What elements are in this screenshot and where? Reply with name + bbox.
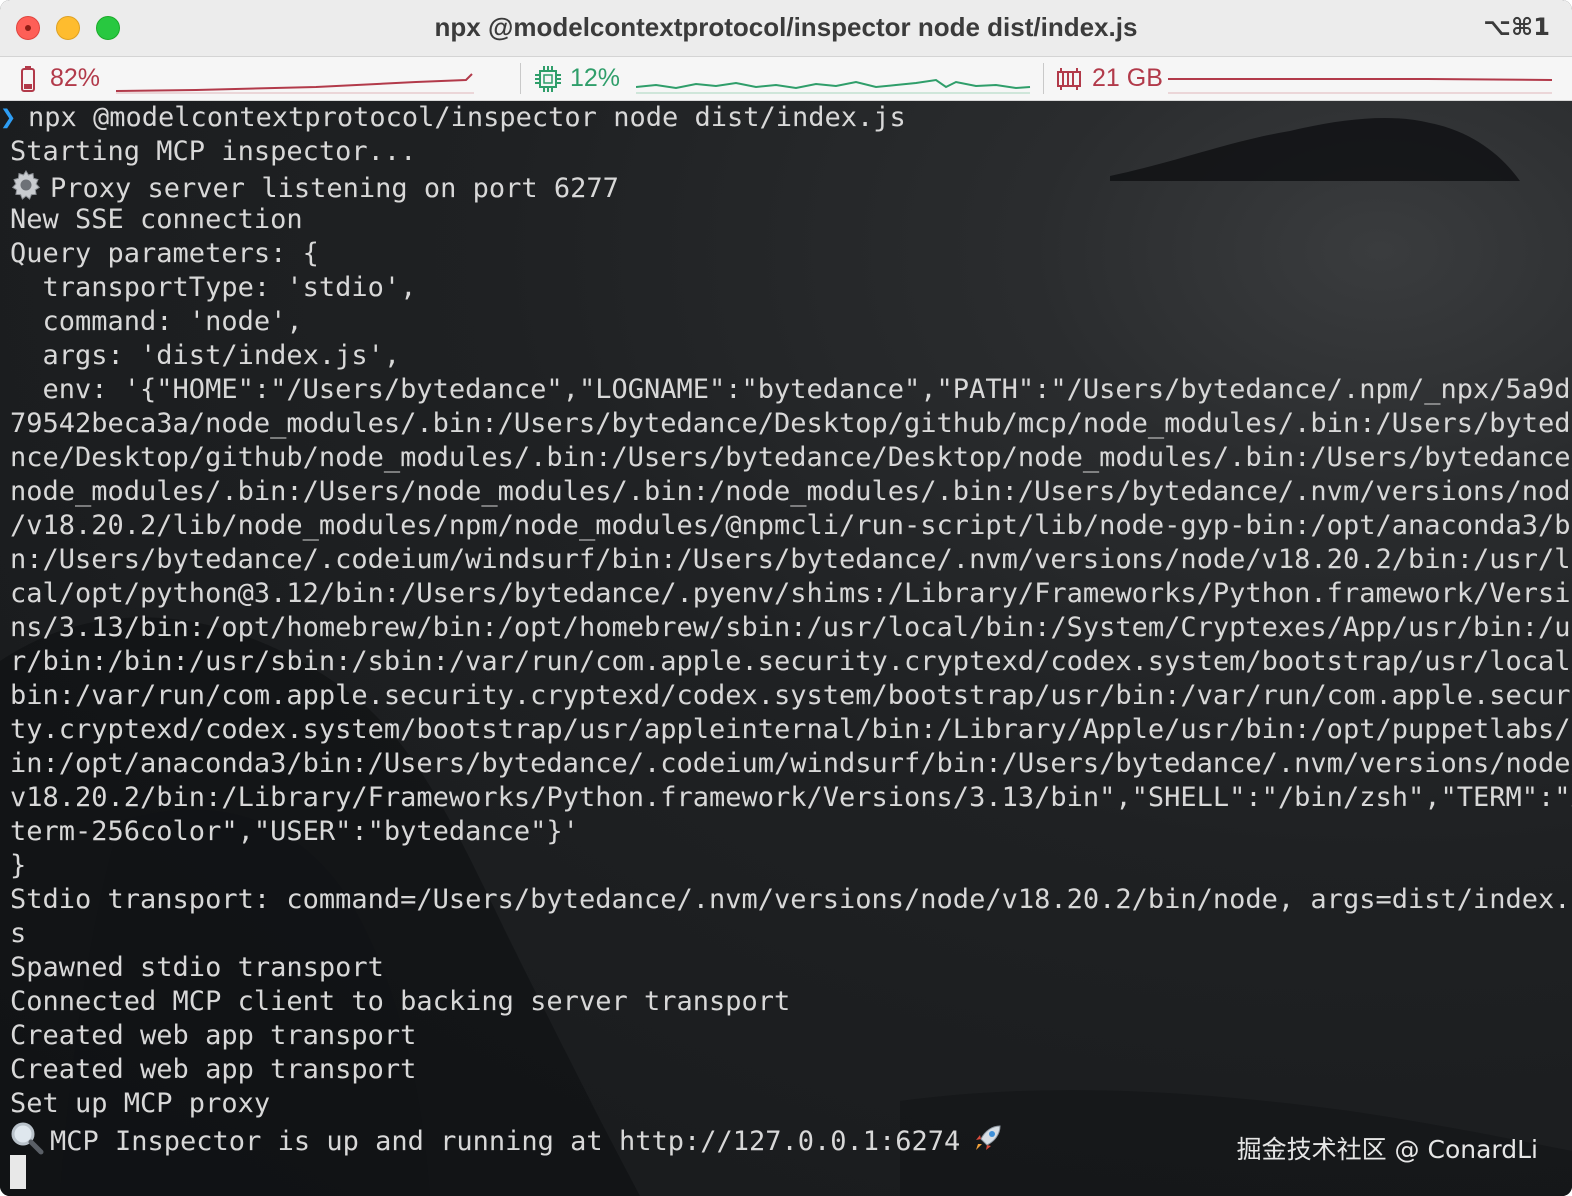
output-line: } bbox=[0, 849, 1572, 883]
terminal-lines: ❯ npx @modelcontextprotocol/inspector nod… bbox=[0, 101, 1572, 1157]
output-line: r/bin:/bin:/usr/sbin:/sbin:/var/run/com.… bbox=[0, 645, 1572, 679]
output-line: env: '{"HOME":"/Users/bytedance","LOGNAM… bbox=[0, 373, 1572, 407]
output-line-text: Created web app transport bbox=[10, 1020, 417, 1051]
output-line: in:/opt/anaconda3/bin:/Users/bytedance/.… bbox=[0, 747, 1572, 781]
output-line-text: Stdio transport: command=/Users/bytedanc… bbox=[10, 884, 1572, 915]
output-line-text: Starting MCP inspector... bbox=[10, 136, 417, 167]
battery-value: 82% bbox=[50, 64, 101, 92]
title-bar: npx @modelcontextprotocol/inspector node… bbox=[0, 0, 1572, 57]
output-line-text: ty.cryptexd/codex.system/bootstrap/usr/a… bbox=[10, 714, 1572, 745]
rocket-emoji-icon bbox=[972, 1122, 1006, 1163]
output-line: Created web app transport bbox=[0, 1053, 1572, 1087]
output-line-text: Created web app transport bbox=[10, 1054, 417, 1085]
output-line-text: ns/3.13/bin:/opt/homebrew/bin:/opt/homeb… bbox=[10, 612, 1572, 643]
output-line-text: bin:/var/run/com.apple.security.cryptexd… bbox=[10, 680, 1572, 711]
output-line: Connected MCP client to backing server t… bbox=[0, 985, 1572, 1019]
output-line-text: } bbox=[10, 850, 27, 881]
output-line: Query parameters: { bbox=[0, 237, 1572, 271]
output-line-text: s bbox=[10, 918, 27, 949]
output-line: bin:/var/run/com.apple.security.cryptexd… bbox=[0, 679, 1572, 713]
command-line: ❯ npx @modelcontextprotocol/inspector nod… bbox=[0, 101, 1572, 135]
output-line: New SSE connection bbox=[0, 203, 1572, 237]
output-line-text: transportType: 'stdio', bbox=[10, 272, 417, 303]
output-line-text: cal/opt/python@3.12/bin:/Users/bytedance… bbox=[10, 578, 1572, 609]
cpu-chip-icon bbox=[535, 66, 561, 92]
output-line-text: Spawned stdio transport bbox=[10, 952, 384, 983]
memory-value: 21 GB bbox=[1092, 64, 1163, 92]
output-line-text: Set up MCP proxy bbox=[10, 1088, 271, 1119]
output-line-text: env: '{"HOME":"/Users/bytedance","LOGNAM… bbox=[10, 374, 1572, 405]
terminal-window: npx @modelcontextprotocol/inspector node… bbox=[0, 0, 1572, 1196]
output-line: transportType: 'stdio', bbox=[0, 271, 1572, 305]
output-line-text: /v18.20.2/lib/node_modules/npm/node_modu… bbox=[10, 510, 1572, 541]
output-line: command: 'node', bbox=[0, 305, 1572, 339]
window-title: npx @modelcontextprotocol/inspector node… bbox=[434, 12, 1138, 42]
output-line: v18.20.2/bin:/Library/Frameworks/Python.… bbox=[0, 781, 1572, 815]
output-line: Stdio transport: command=/Users/bytedanc… bbox=[0, 883, 1572, 917]
cpu-value: 12% bbox=[570, 64, 621, 92]
output-line-text: args: 'dist/index.js', bbox=[10, 340, 401, 371]
terminal-output-area[interactable]: ❯ npx @modelcontextprotocol/inspector nod… bbox=[0, 101, 1572, 1196]
output-line: Spawned stdio transport bbox=[0, 951, 1572, 985]
output-line: term-256color","USER":"bytedance"}' bbox=[0, 815, 1572, 849]
output-line: ty.cryptexd/codex.system/bootstrap/usr/a… bbox=[0, 713, 1572, 747]
memory-sparkline bbox=[1168, 78, 1553, 94]
output-line-text: term-256color","USER":"bytedance"}' bbox=[10, 816, 579, 847]
output-line-text: Query parameters: { bbox=[10, 238, 319, 269]
output-line-text: Proxy server listening on port 6277 bbox=[50, 173, 619, 204]
output-line: ns/3.13/bin:/opt/homebrew/bin:/opt/homeb… bbox=[0, 611, 1572, 645]
output-line: n:/Users/bytedance/.codeium/windsurf/bin… bbox=[0, 543, 1572, 577]
output-line: nce/Desktop/github/node_modules/.bin:/Us… bbox=[0, 441, 1572, 475]
output-line: Created web app transport bbox=[0, 1019, 1572, 1053]
terminal-cursor bbox=[10, 1155, 26, 1189]
output-line: Proxy server listening on port 6277 bbox=[0, 169, 1572, 204]
output-line: args: 'dist/index.js', bbox=[0, 339, 1572, 373]
output-line-text: nce/Desktop/github/node_modules/.bin:/Us… bbox=[10, 442, 1572, 473]
output-line-text: node_modules/.bin:/Users/node_modules/.b… bbox=[10, 476, 1572, 507]
output-line-text: 79542beca3a/node_modules/.bin:/Users/byt… bbox=[10, 408, 1572, 439]
status-separator bbox=[520, 63, 521, 94]
output-line-text: New SSE connection bbox=[10, 204, 303, 235]
tab-shortcut-label: ⌥⌘1 bbox=[1483, 13, 1550, 41]
status-bar: 82% 12% 21 GB bbox=[0, 57, 1572, 101]
output-line: node_modules/.bin:/Users/node_modules/.b… bbox=[0, 475, 1572, 509]
memory-icon bbox=[1057, 68, 1081, 90]
output-line-text: r/bin:/bin:/usr/sbin:/sbin:/var/run/com.… bbox=[10, 646, 1572, 677]
output-line-text: MCP Inspector is up and running at http:… bbox=[50, 1126, 961, 1157]
command-text: npx @modelcontextprotocol/inspector node… bbox=[28, 102, 906, 133]
prompt-arrow-icon: ❯ bbox=[0, 102, 17, 133]
output-line-text: command: 'node', bbox=[10, 306, 303, 337]
output-line: Starting MCP inspector... bbox=[0, 135, 1572, 169]
cpu-sparkline bbox=[636, 78, 1031, 94]
status-separator bbox=[1043, 63, 1044, 94]
output-line: Set up MCP proxy bbox=[0, 1087, 1572, 1121]
output-line: 79542beca3a/node_modules/.bin:/Users/byt… bbox=[0, 407, 1572, 441]
battery-icon bbox=[21, 66, 35, 92]
output-line-text: n:/Users/bytedance/.codeium/windsurf/bin… bbox=[10, 544, 1572, 575]
output-line-text: v18.20.2/bin:/Library/Frameworks/Python.… bbox=[10, 782, 1572, 813]
output-line-text: Connected MCP client to backing server t… bbox=[10, 986, 791, 1017]
battery-sparkline bbox=[116, 73, 474, 94]
output-line-text: in:/opt/anaconda3/bin:/Users/bytedance/.… bbox=[10, 748, 1572, 779]
output-line: cal/opt/python@3.12/bin:/Users/bytedance… bbox=[0, 577, 1572, 611]
watermark: 掘金技术社区 @ ConardLi bbox=[1236, 1135, 1538, 1164]
output-line: /v18.20.2/lib/node_modules/npm/node_modu… bbox=[0, 509, 1572, 543]
output-line: s bbox=[0, 917, 1572, 951]
